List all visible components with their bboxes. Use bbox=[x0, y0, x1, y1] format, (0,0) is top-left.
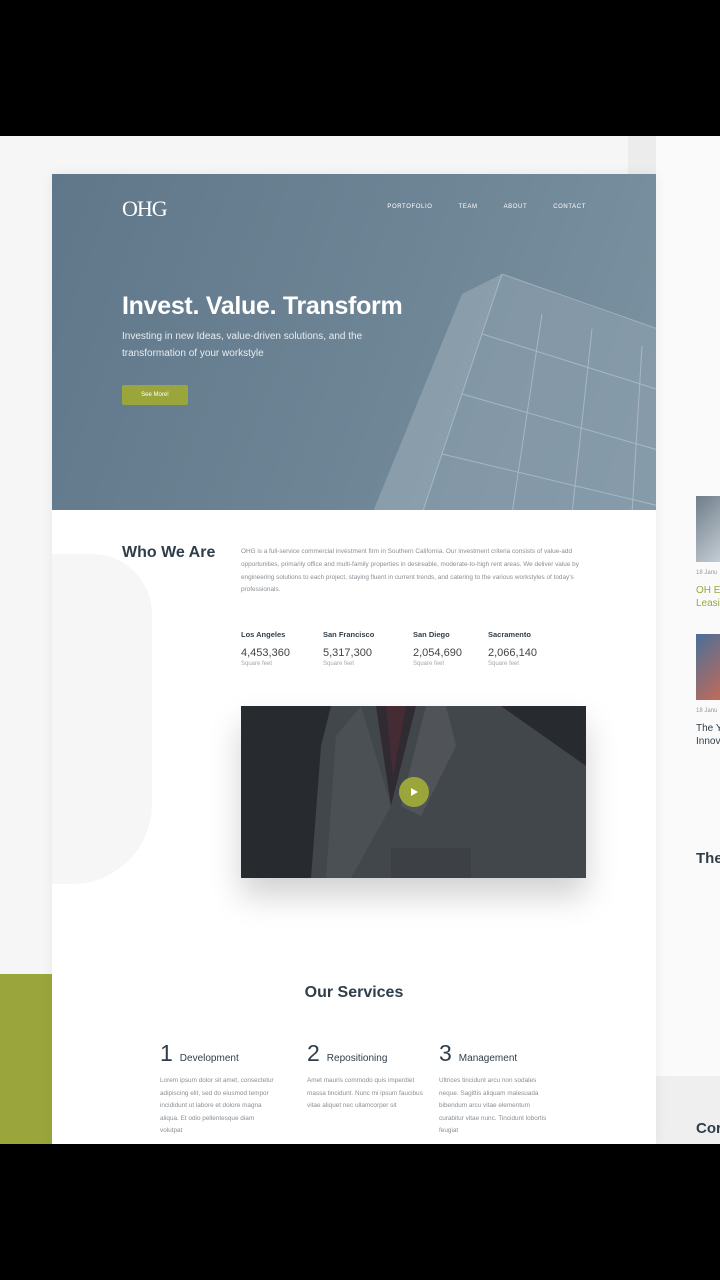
stat-unit: Square feet bbox=[488, 661, 520, 667]
stat-value: 4,453,360 bbox=[241, 647, 290, 659]
service-name[interactable]: Development bbox=[180, 1053, 239, 1064]
stat-value: 5,317,300 bbox=[323, 647, 372, 659]
accent-block bbox=[0, 974, 60, 1144]
stat-unit: Square feet bbox=[323, 661, 355, 667]
nav-item-about[interactable]: ABOUT bbox=[504, 204, 528, 210]
play-button[interactable] bbox=[399, 777, 429, 807]
section-heading: Cor bbox=[696, 1120, 720, 1137]
hero-title: Invest. Value. Transform bbox=[122, 292, 403, 320]
news-title-line[interactable]: Innov bbox=[696, 735, 720, 748]
nav-item-portofolio[interactable]: PORTOFOLIO bbox=[387, 204, 432, 210]
nav-item-contact[interactable]: CONTACT bbox=[553, 204, 586, 210]
news-date: 18 Janu bbox=[696, 570, 718, 576]
service-number: 2 bbox=[307, 1040, 320, 1066]
logo[interactable]: OHG bbox=[122, 196, 168, 222]
news-date: 18 Janu bbox=[696, 708, 718, 714]
stat-item: San Diego 2,054,690 Square feet bbox=[413, 630, 462, 667]
landing-page: OHG PORTOFOLIO TEAM ABOUT CONTACT Invest… bbox=[52, 174, 656, 1144]
news-thumbnail[interactable] bbox=[696, 496, 720, 562]
hero-subtitle: Investing in new Ideas, value-driven sol… bbox=[122, 331, 363, 359]
nav-item-team[interactable]: TEAM bbox=[458, 204, 477, 210]
news-title-line[interactable]: OH E bbox=[696, 584, 720, 597]
main-nav: PORTOFOLIO TEAM ABOUT CONTACT bbox=[387, 204, 586, 210]
service-name[interactable]: Repositioning bbox=[327, 1053, 388, 1064]
service-item: 1 Development Lorem ipsum dolor sit amet… bbox=[160, 1040, 276, 1138]
stat-item: Los Angeles 4,453,360 Square feet bbox=[241, 630, 290, 667]
see-more-button[interactable]: See More! bbox=[122, 385, 188, 405]
service-item: 3 Management Ultrices tincidunt arcu non… bbox=[439, 1040, 555, 1138]
decorative-shape bbox=[52, 554, 152, 884]
service-text: Lorem ipsum dolor sit amet, consectetur … bbox=[160, 1077, 274, 1135]
service-text: Amet mauris commodo quis imperdiet massa… bbox=[307, 1077, 423, 1110]
service-number: 3 bbox=[439, 1040, 452, 1066]
stat-unit: Square feet bbox=[413, 661, 445, 667]
services-title: Our Services bbox=[304, 984, 404, 1001]
stat-value: 2,066,140 bbox=[488, 647, 537, 659]
about-title: Who We Are bbox=[122, 544, 216, 561]
mockup-stage: 18 Janu OH E Leasi 18 Janu The Y Innov T… bbox=[0, 136, 720, 1144]
stat-city: Sacramento bbox=[488, 630, 531, 639]
stat-unit: Square feet bbox=[241, 661, 273, 667]
stat-city: San Diego bbox=[413, 630, 450, 639]
hero-section: OHG PORTOFOLIO TEAM ABOUT CONTACT Invest… bbox=[52, 174, 656, 510]
stat-item: Sacramento 2,066,140 Square feet bbox=[488, 630, 537, 667]
stat-city: Los Angeles bbox=[241, 630, 286, 639]
service-item: 2 Repositioning Amet mauris commodo quis… bbox=[307, 1040, 423, 1113]
about-text: OHG is a full-service commercial investm… bbox=[241, 548, 579, 594]
service-number: 1 bbox=[160, 1040, 173, 1066]
news-thumbnail[interactable] bbox=[696, 634, 720, 700]
stat-item: San Francisco 5,317,300 Square feet bbox=[323, 630, 374, 667]
news-title-line[interactable]: The Y bbox=[696, 722, 720, 735]
secondary-page-preview: 18 Janu OH E Leasi 18 Janu The Y Innov T… bbox=[656, 136, 720, 1144]
video-player[interactable] bbox=[241, 706, 586, 878]
stat-city: San Francisco bbox=[323, 630, 375, 639]
news-title-line[interactable]: Leasi bbox=[696, 597, 720, 610]
service-text: Ultrices tincidunt arcu non sodales nequ… bbox=[439, 1077, 547, 1135]
section-heading: The bbox=[696, 850, 720, 867]
service-name[interactable]: Management bbox=[459, 1053, 517, 1064]
play-icon bbox=[411, 788, 418, 796]
stat-value: 2,054,690 bbox=[413, 647, 462, 659]
